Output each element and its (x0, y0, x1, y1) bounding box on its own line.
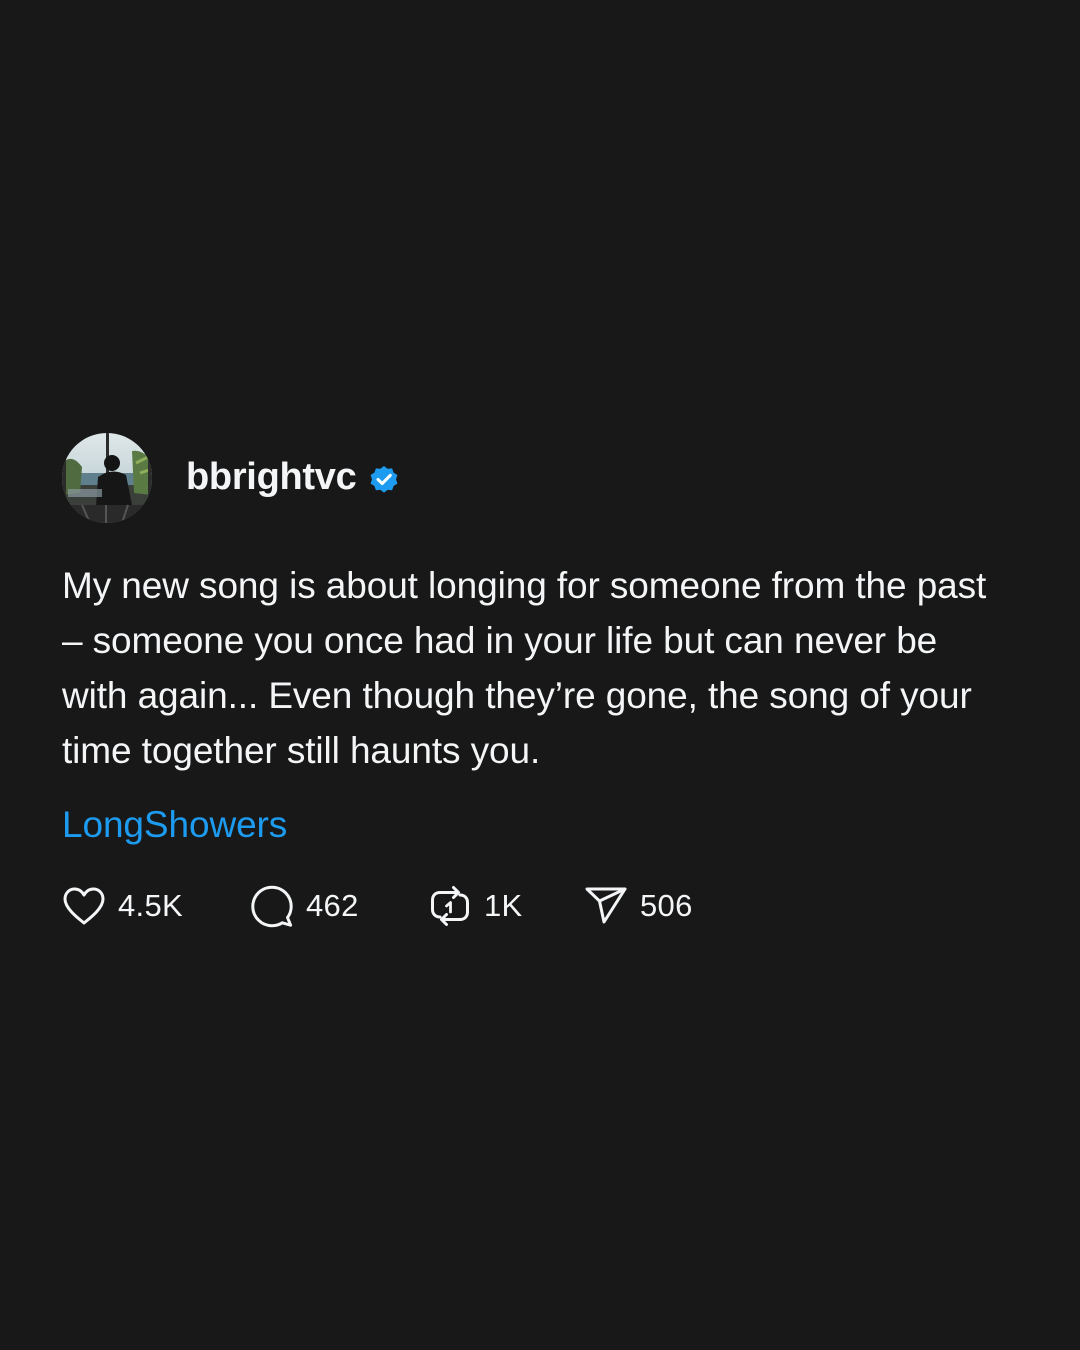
repost-count: 1K (484, 888, 523, 923)
verified-badge-icon (368, 463, 400, 495)
share-button[interactable]: 506 (584, 886, 724, 926)
post-actions: 4.5K 462 1K 506 (62, 882, 1022, 930)
share-count: 506 (640, 888, 693, 923)
post-header: bbrightvc (62, 432, 1022, 524)
comment-count: 462 (306, 888, 359, 923)
repost-icon (428, 884, 472, 928)
speech-bubble-icon (250, 884, 294, 928)
paper-plane-icon (584, 886, 628, 926)
username-row: bbrightvc (186, 456, 400, 499)
post-text: My new song is about longing for someone… (62, 565, 987, 771)
comment-button[interactable]: 462 (250, 884, 428, 928)
avatar[interactable] (62, 433, 152, 523)
heart-icon (62, 886, 106, 926)
repost-button[interactable]: 1K (428, 884, 584, 928)
like-button[interactable]: 4.5K (62, 886, 250, 926)
topic-tag-link[interactable]: LongShowers (62, 804, 287, 846)
post-card: bbrightvc My new song is about longing f… (62, 432, 1022, 930)
username[interactable]: bbrightvc (186, 456, 357, 499)
like-count: 4.5K (118, 888, 183, 923)
